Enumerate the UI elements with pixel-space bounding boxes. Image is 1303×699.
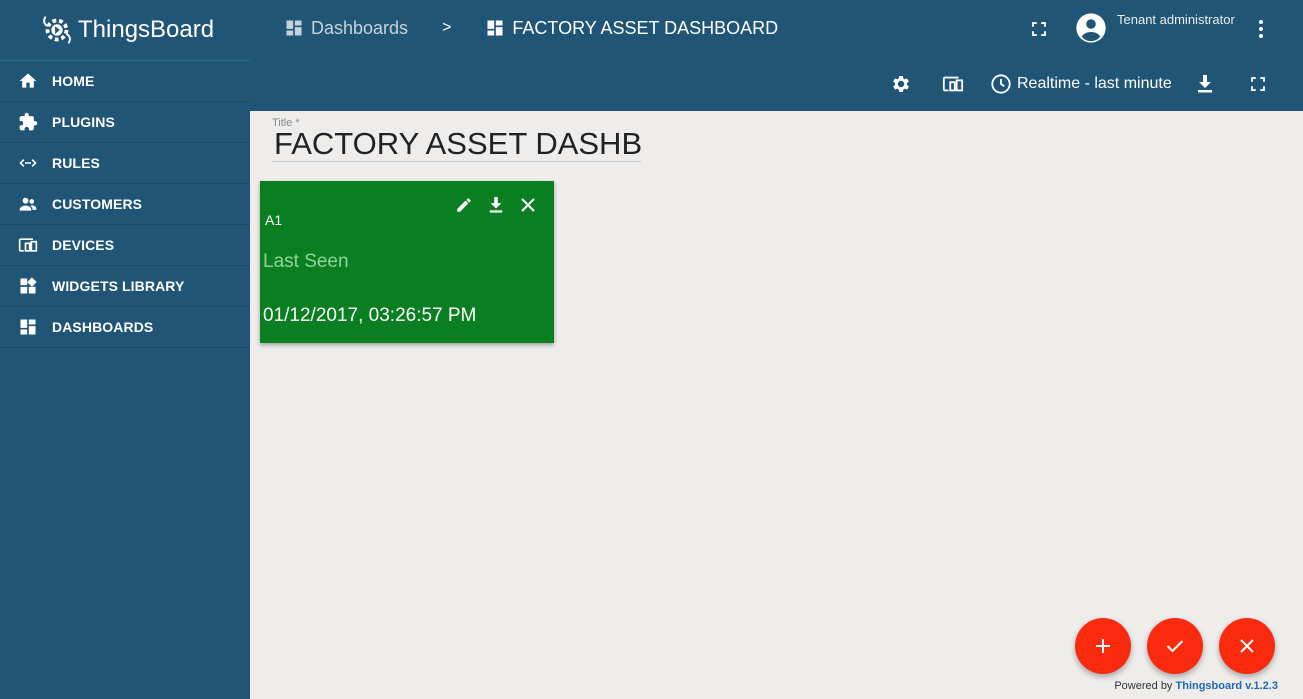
fullscreen-button[interactable] [1027,17,1051,41]
fullscreen-icon [1032,22,1046,36]
code-arrows-icon [17,152,39,174]
footer-prefix: Powered by [1114,680,1176,692]
close-icon [1240,639,1254,653]
breadcrumb: Dashboards > FACTORY ASSET DASHBOARD [284,16,778,40]
close-icon [521,198,535,212]
edit-widget-button[interactable] [454,195,474,215]
dashboard-icon [487,20,503,36]
export-button[interactable] [1193,72,1217,96]
dashboard-icon [286,20,302,36]
clock-icon [991,74,1011,94]
decline-changes-button[interactable] [1219,618,1275,674]
sidebar: ThingsBoard HOME PLUGINS RULES CUSTOMERS… [0,0,250,699]
breadcrumb-dashboards-link[interactable]: Dashboards [311,18,408,39]
footer: Powered by Thingsboard v.1.2.3 [1114,680,1278,692]
sidebar-item-label: CUSTOMERS [52,196,143,212]
dashboard-icon [17,316,39,338]
widget-value: 01/12/2017, 03:26:57 PM [263,305,477,326]
pencil-icon [457,198,471,212]
device-layout-button[interactable] [941,72,965,96]
thingsboard-version-link[interactable]: Thingsboard v.1.2.3 [1176,680,1279,692]
account-circle-icon [1076,13,1106,43]
export-widget-button[interactable] [486,195,506,215]
remove-widget-button[interactable] [518,195,538,215]
app-name: ThingsBoard [78,16,215,43]
plus-icon [1096,639,1110,653]
widget-title: A1 [265,212,283,228]
apply-changes-button[interactable] [1147,618,1203,674]
sidebar-item-customers[interactable]: CUSTOMERS [0,184,250,225]
sidebar-item-dashboards[interactable]: DASHBOARDS [0,307,250,348]
more-menu-button[interactable] [1249,17,1273,41]
download-icon [1198,75,1212,93]
user-name: Tenant administrator [1117,12,1235,27]
widgets-icon [17,275,39,297]
more-vert-icon [1259,20,1263,38]
widget-label: Last Seen [263,251,349,272]
breadcrumb-current: FACTORY ASSET DASHBOARD [512,17,779,38]
dashboard-title-input[interactable] [272,126,641,162]
sidebar-item-label: HOME [52,73,95,89]
people-icon [17,193,39,215]
devices-icon [942,76,964,92]
sidebar-item-rules[interactable]: RULES [0,143,250,184]
timewindow-label: Realtime - last minute [1017,75,1172,92]
widget-toolbar [454,195,538,215]
thingsboard-logo-icon [43,16,71,44]
sidebar-item-label: RULES [52,155,100,171]
sidebar-item-label: DEVICES [52,237,115,253]
dashboard-fullscreen-button[interactable] [1246,72,1270,96]
sidebar-item-devices[interactable]: DEVICES [0,225,250,266]
settings-button[interactable] [889,72,913,96]
home-icon [17,70,39,92]
sidebar-item-home[interactable]: HOME [0,61,250,102]
fullscreen-icon [1251,77,1265,91]
add-widget-button[interactable] [1075,618,1131,674]
sidebar-item-label: WIDGETS LIBRARY [52,278,185,294]
devices-icon [17,234,39,256]
sidebar-item-widgets-library[interactable]: WIDGETS LIBRARY [0,266,250,307]
sidebar-item-plugins[interactable]: PLUGINS [0,102,250,143]
top-bar: Dashboards > FACTORY ASSET DASHBOARD Ten… [250,0,1303,111]
puzzle-icon [17,111,39,133]
widget-card[interactable]: A1 Last Seen 01/12/2017, 03:26:57 PM [260,181,554,343]
sidebar-item-label: PLUGINS [52,114,115,130]
download-icon [489,197,503,213]
gear-icon [893,76,909,92]
logo[interactable]: ThingsBoard [0,0,250,61]
avatar[interactable] [1075,12,1107,44]
check-icon [1166,640,1184,653]
timewindow-selector[interactable]: Realtime - last minute [990,72,1172,96]
breadcrumb-separator: > [442,19,452,36]
sidebar-item-label: DASHBOARDS [52,319,154,335]
